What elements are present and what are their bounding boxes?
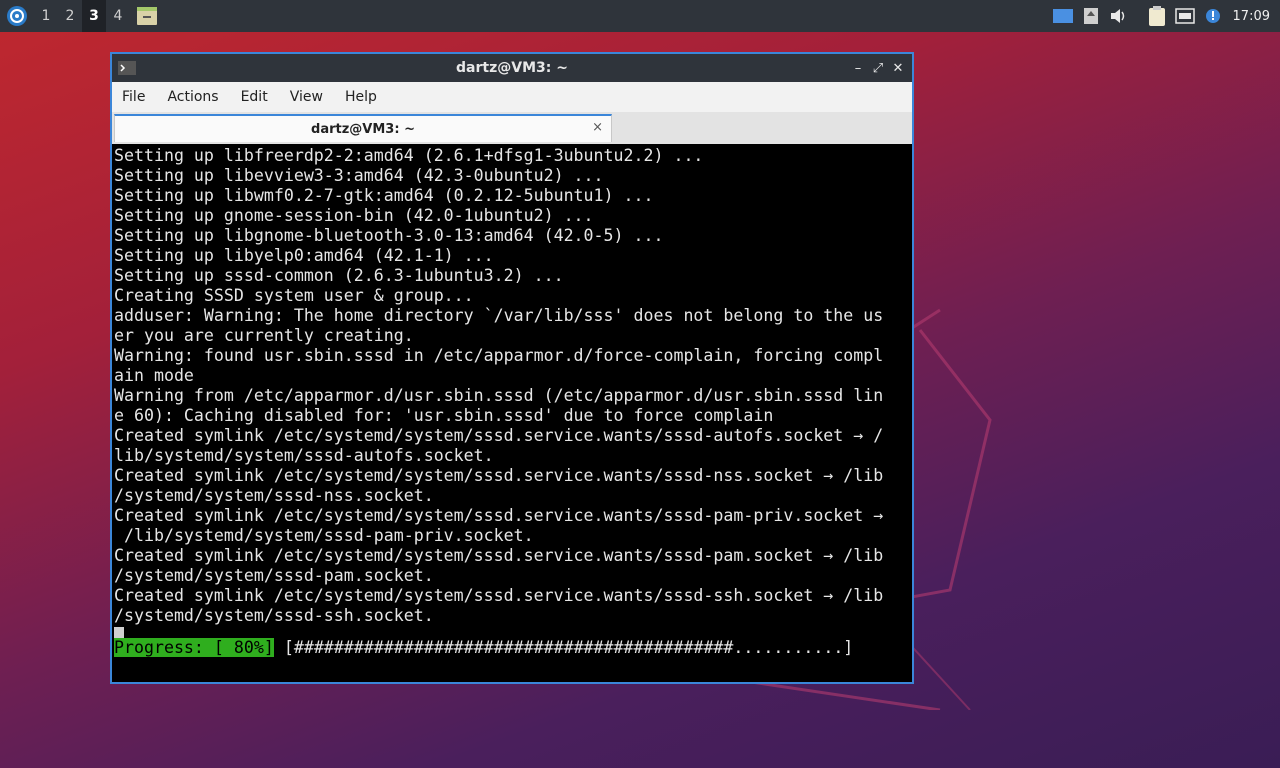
terminal-line: Setting up gnome-session-bin (42.0-1ubun…	[114, 206, 594, 225]
clipboard-icon[interactable]	[1143, 0, 1171, 32]
workspace-1[interactable]: 1	[34, 0, 58, 32]
terminal-line: Setting up libevview3-3:amd64 (42.3-0ubu…	[114, 166, 604, 185]
terminal-line: ain mode	[114, 366, 194, 385]
terminal-line: Created symlink /etc/systemd/system/sssd…	[114, 546, 884, 565]
workspace-2[interactable]: 2	[58, 0, 82, 32]
terminal-line: Setting up libwmf0.2-7-gtk:amd64 (0.2.12…	[114, 186, 654, 205]
terminal-line: /systemd/system/sssd-nss.socket.	[114, 486, 434, 505]
terminal-line: Warning: found usr.sbin.sssd in /etc/app…	[114, 346, 884, 365]
terminal-line: Created symlink /etc/systemd/system/sssd…	[114, 426, 884, 445]
progress-label: Progress: [ 80%]	[114, 638, 274, 657]
terminal-lines: Setting up libfreerdp2-2:amd64 (2.6.1+df…	[114, 146, 883, 645]
terminal-line: Setting up libgnome-bluetooth-3.0-13:amd…	[114, 226, 664, 245]
screen-icon[interactable]	[1049, 0, 1077, 32]
terminal-line: /lib/systemd/system/sssd-pam-priv.socket…	[114, 526, 534, 545]
files-icon[interactable]	[136, 6, 158, 26]
terminal-line: /systemd/system/sssd-ssh.socket.	[114, 606, 434, 625]
menu-help[interactable]: Help	[335, 89, 389, 105]
terminal-line: e 60): Caching disabled for: 'usr.sbin.s…	[114, 406, 774, 425]
menu-actions[interactable]: Actions	[157, 89, 230, 105]
menu-view[interactable]: View	[280, 89, 335, 105]
terminal-output[interactable]: Setting up libfreerdp2-2:amd64 (2.6.1+df…	[112, 144, 912, 682]
menu-edit[interactable]: Edit	[231, 89, 280, 105]
close-button[interactable]: ✕	[888, 54, 908, 82]
terminal-icon	[118, 61, 136, 75]
xubuntu-logo-icon[interactable]	[6, 5, 28, 27]
terminal-line: Setting up libfreerdp2-2:amd64 (2.6.1+df…	[114, 146, 704, 165]
terminal-line: Created symlink /etc/systemd/system/sssd…	[114, 466, 884, 485]
menu-bar: File Actions Edit View Help	[112, 82, 912, 112]
terminal-window: dartz@VM3: ~ – ⤢ ✕ File Actions Edit Vie…	[110, 52, 914, 684]
maximize-button[interactable]: ⤢	[868, 54, 888, 82]
window-title: dartz@VM3: ~	[456, 60, 568, 76]
workspace-3[interactable]: 3	[82, 0, 106, 32]
tab-terminal[interactable]: dartz@VM3: ~ ×	[114, 114, 612, 142]
progress-line: Progress: [ 80%] [######################…	[114, 638, 853, 658]
workspace-4[interactable]: 4	[106, 0, 130, 32]
terminal-line: Warning from /etc/apparmor.d/usr.sbin.ss…	[114, 386, 884, 405]
system-tray: 17:09	[1049, 0, 1280, 32]
terminal-line: adduser: Warning: The home directory `/v…	[114, 306, 884, 325]
tab-label: dartz@VM3: ~	[311, 121, 415, 137]
terminal-line: Created symlink /etc/systemd/system/sssd…	[114, 506, 884, 525]
progress-bar: [#######################################…	[273, 638, 854, 657]
terminal-line: Setting up libyelp0:amd64 (42.1-1) ...	[114, 246, 494, 265]
volume-icon[interactable]	[1105, 0, 1133, 32]
tab-close-icon[interactable]: ×	[592, 120, 603, 135]
tab-bar: dartz@VM3: ~ ×	[112, 112, 912, 144]
window-titlebar[interactable]: dartz@VM3: ~ – ⤢ ✕	[112, 54, 912, 82]
terminal-line: Created symlink /etc/systemd/system/sssd…	[114, 586, 884, 605]
notification-icon[interactable]	[1199, 0, 1227, 32]
network-icon[interactable]	[1171, 0, 1199, 32]
terminal-line: Creating SSSD system user & group...	[114, 286, 474, 305]
drive-icon[interactable]	[1077, 0, 1105, 32]
terminal-line: /systemd/system/sssd-pam.socket.	[114, 566, 434, 585]
terminal-line: er you are currently creating.	[114, 326, 414, 345]
minimize-button[interactable]: –	[848, 54, 868, 82]
terminal-line: Setting up sssd-common (2.6.3-1ubuntu3.2…	[114, 266, 564, 285]
menu-file[interactable]: File	[112, 89, 157, 105]
terminal-line: lib/systemd/system/sssd-autofs.socket.	[114, 446, 494, 465]
clock[interactable]: 17:09	[1227, 9, 1280, 24]
top-panel: 1 2 3 4 17:09	[0, 0, 1280, 32]
